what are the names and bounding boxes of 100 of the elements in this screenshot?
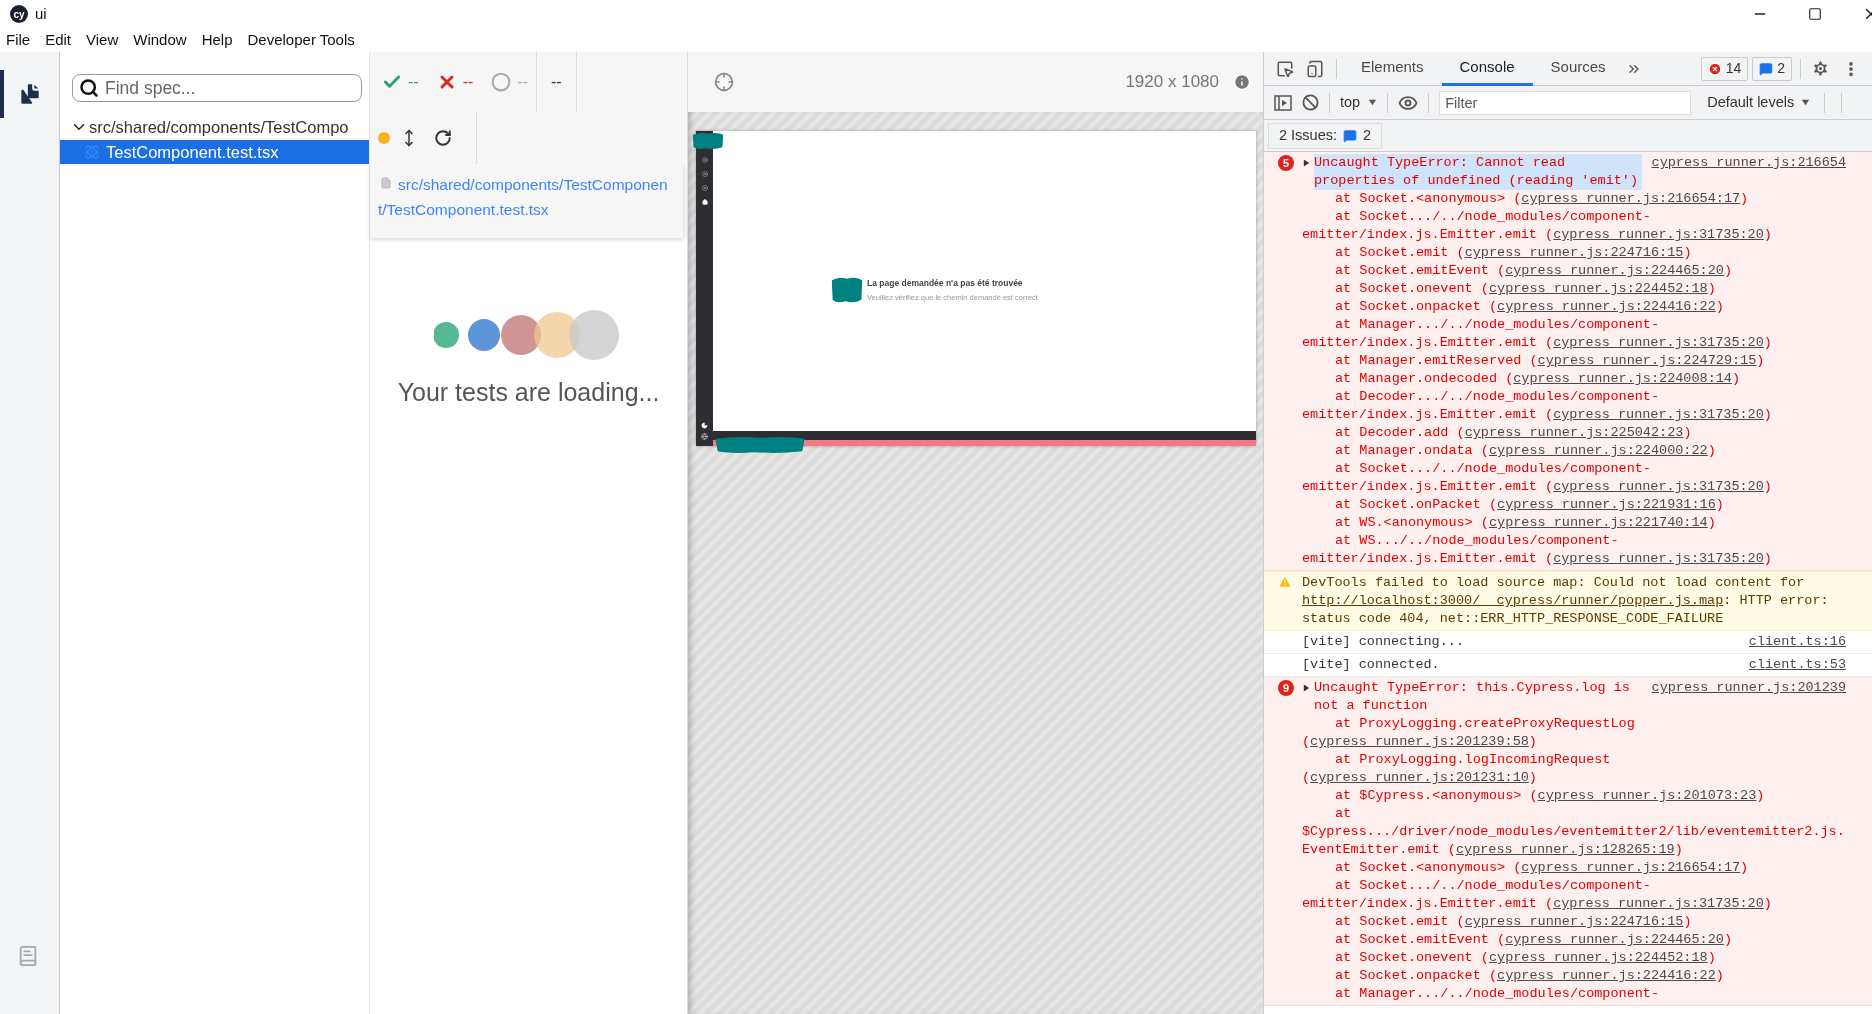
source-link[interactable]: cypress_runner.js:201073:23 (1537, 788, 1757, 803)
filter-field[interactable]: Filter (1439, 90, 1692, 115)
stack-frame: at Manager.ondata (cypress_runner.js:224000:22) (1302, 442, 1846, 460)
stack-frame: at WS.<anonymous> (cypress_runner.js:221740:14) (1302, 514, 1846, 532)
pending-count: -- (517, 72, 528, 92)
spec-file-item[interactable]: TestComponent.test.tsx (60, 140, 369, 164)
log-message: [vite] connected. (1302, 656, 1441, 674)
context-dropdown[interactable]: top (1340, 91, 1378, 114)
source-link[interactable]: cypress_runner.js:221931:16 (1497, 497, 1716, 512)
message-icon (1343, 128, 1358, 143)
stack-frame: at Socket.<anonymous> (cypress_runner.js:216654:17) (1302, 859, 1846, 877)
source-link[interactable]: client.ts:16 (1748, 633, 1846, 651)
source-link[interactable]: cypress_runner.js:224008:14 (1513, 371, 1732, 386)
source-link[interactable]: cypress_runner.js:201239:58 (1310, 734, 1529, 749)
failed-count: -- (462, 72, 474, 92)
running-indicator (378, 132, 390, 144)
not-found-title: La page demandée n'a pas été trouvée (867, 276, 1024, 290)
clear-console-icon[interactable] (1302, 94, 1319, 111)
stack-frame: at Socket.onevent (cypress_runner.js:224452:18) (1302, 949, 1846, 967)
source-link[interactable]: cypress_runner.js:216654:17 (1521, 860, 1741, 875)
source-link[interactable]: cypress_runner.js:31735:20 (1553, 896, 1764, 911)
source-link[interactable]: cypress_runner.js:224716:15 (1464, 914, 1684, 929)
maximize-icon[interactable] (1808, 7, 1822, 21)
source-link[interactable]: cypress_runner.js:224000:22 (1488, 443, 1708, 458)
source-link[interactable]: cypress_runner.js:128265:19 (1455, 842, 1675, 857)
menu-item[interactable]: Edit (45, 28, 72, 52)
menu-item[interactable]: Help (201, 28, 233, 52)
error-icon (1707, 61, 1722, 76)
search-field[interactable]: Find spec... (72, 74, 362, 102)
warning-message: DevTools failed to load source map: Could not load content for http://localhost:3000/__cypress/runner/popper.js.map: HTTP error: status code 404, net::ERR_HTTP_RESPONSE_CODE_FAILURE (1302, 574, 1830, 628)
info-icon[interactable] (1233, 73, 1251, 91)
expand-triangle-icon[interactable] (1302, 683, 1311, 693)
stack-frame: at Socket.emitEvent (cypress_runner.js:224465:20) (1302, 931, 1846, 949)
moon-icon[interactable] (701, 422, 708, 429)
error-message: Uncaught TypeError: Cannot read properties of undefined (reading 'emit') (1314, 154, 1642, 190)
source-link[interactable]: cypress_runner.js:216654:17 (1521, 191, 1741, 206)
home-icon[interactable] (701, 199, 708, 205)
source-link[interactable]: cypress_runner.js:31735:20 (1553, 227, 1764, 242)
folder-label[interactable]: src/shared/components/TestCompo (89, 114, 349, 140)
warning-icon (1278, 575, 1292, 589)
source-link[interactable]: cypress_runner.js:224416:22 (1497, 299, 1716, 314)
source-link[interactable]: cypress_runner.js:224729:15 (1537, 353, 1757, 368)
source-link[interactable]: client.ts:53 (1748, 656, 1846, 674)
react-icon (84, 144, 100, 160)
error-count-badge: 9 (1278, 680, 1294, 696)
issues-button[interactable]: 2 Issues: 2 (1268, 122, 1383, 149)
device-toolbar-icon[interactable] (1306, 59, 1324, 78)
globe-icon[interactable] (701, 433, 708, 440)
issues-count-button[interactable]: 2 (1752, 56, 1792, 81)
menu-item[interactable]: Window (133, 28, 187, 52)
levels-dropdown[interactable]: Default levels (1707, 91, 1811, 114)
settings-icon[interactable] (1811, 59, 1830, 78)
menu-item[interactable]: View (86, 28, 119, 52)
stack-frame: at Socket.onpacket (cypress_runner.js:224416:22) (1302, 967, 1846, 985)
stack-frame: at ProxyLogging.createProxyRequestLog (cypress_runner.js:201239:58) (1302, 715, 1846, 751)
loading-text: Your tests are loading... (397, 377, 660, 408)
selector-playground-icon[interactable] (714, 72, 734, 92)
stack-frame: at Socket.emitEvent (cypress_runner.js:224465:20) (1302, 262, 1846, 280)
source-link[interactable]: cypress_runner.js:224452:18 (1488, 281, 1708, 296)
devtools-tab[interactable]: Elements (1343, 51, 1442, 86)
source-link[interactable]: cypress_runner.js:221740:14 (1488, 515, 1708, 530)
inspect-icon[interactable] (1276, 59, 1294, 78)
source-link[interactable]: cypress_runner.js:224416:22 (1497, 968, 1716, 983)
sidebar-icon[interactable] (701, 171, 708, 177)
source-link[interactable]: cypress_runner.js:224452:18 (1488, 950, 1708, 965)
dropdown-triangle-icon[interactable] (1368, 98, 1378, 107)
source-link[interactable]: cypress_runner.js:201231:10 (1310, 770, 1529, 785)
stack-frame: at WS.../../node_modules/component-emitter/index.js.Emitter.emit (cypress_runner.js:31735:20) (1302, 532, 1846, 568)
stack-frame: at Socket.emit (cypress_runner.js:224716:15) (1302, 244, 1846, 262)
source-link[interactable]: cypress_runner.js:224716:15 (1464, 245, 1684, 260)
source-link[interactable]: cypress_runner.js:216654 (1651, 154, 1846, 172)
source-link[interactable]: cypress_runner.js:31735:20 (1553, 551, 1764, 566)
stack-frame: at ProxyLogging.logIncomingRequest (cypress_runner.js:201231:10) (1302, 751, 1846, 787)
source-link[interactable]: cypress_runner.js:201239 (1651, 679, 1846, 697)
source-link[interactable]: cypress_runner.js:225042:23 (1464, 425, 1684, 440)
source-link[interactable]: cypress_runner.js:31735:20 (1553, 407, 1764, 422)
error-count-button[interactable]: 14 (1700, 56, 1749, 81)
menu-item[interactable]: File (6, 28, 31, 52)
menu-item[interactable]: Developer Tools (247, 28, 355, 52)
source-link[interactable]: cypress_runner.js:224465:20 (1505, 932, 1724, 947)
devtools-tab[interactable]: Sources (1532, 51, 1624, 86)
stack-frame: at Socket.onPacket (cypress_runner.js:221931:16) (1302, 496, 1846, 514)
stack-frame: at Manager.ondecoded (cypress_runner.js:224008:14) (1302, 370, 1846, 388)
sidebar-icon[interactable] (701, 157, 708, 163)
source-link[interactable]: cypress_runner.js:224465:20 (1505, 263, 1724, 278)
source-link[interactable]: cypress_runner.js:31735:20 (1553, 479, 1764, 494)
duration: -- (550, 72, 562, 92)
expand-triangle-icon[interactable] (1302, 158, 1311, 168)
stack-frame: at Socket.<anonymous> (cypress_runner.js:216654:17) (1302, 190, 1846, 208)
pending-icon (491, 72, 512, 92)
stack-frame: at Socket.emit (cypress_runner.js:224716:15) (1302, 913, 1846, 931)
rerun-icon[interactable] (434, 129, 452, 147)
source-map-link[interactable]: http://localhost:3000/__cypress/runner/popper.js.map (1302, 593, 1724, 608)
stack-frame: at Socket.onevent (cypress_runner.js:224452:18) (1302, 280, 1846, 298)
stack-frame: at Manager.../../node_modules/component- (1302, 985, 1846, 1003)
sidebar-toggle-icon[interactable] (1274, 93, 1292, 112)
source-link[interactable]: cypress_runner.js:31735:20 (1553, 335, 1764, 350)
sidebar-icon[interactable] (701, 185, 708, 191)
stack-frame: at $Cypress.<anonymous> (cypress_runner.js:201073:23) (1302, 787, 1846, 805)
dropdown-triangle-icon[interactable] (1801, 98, 1811, 107)
